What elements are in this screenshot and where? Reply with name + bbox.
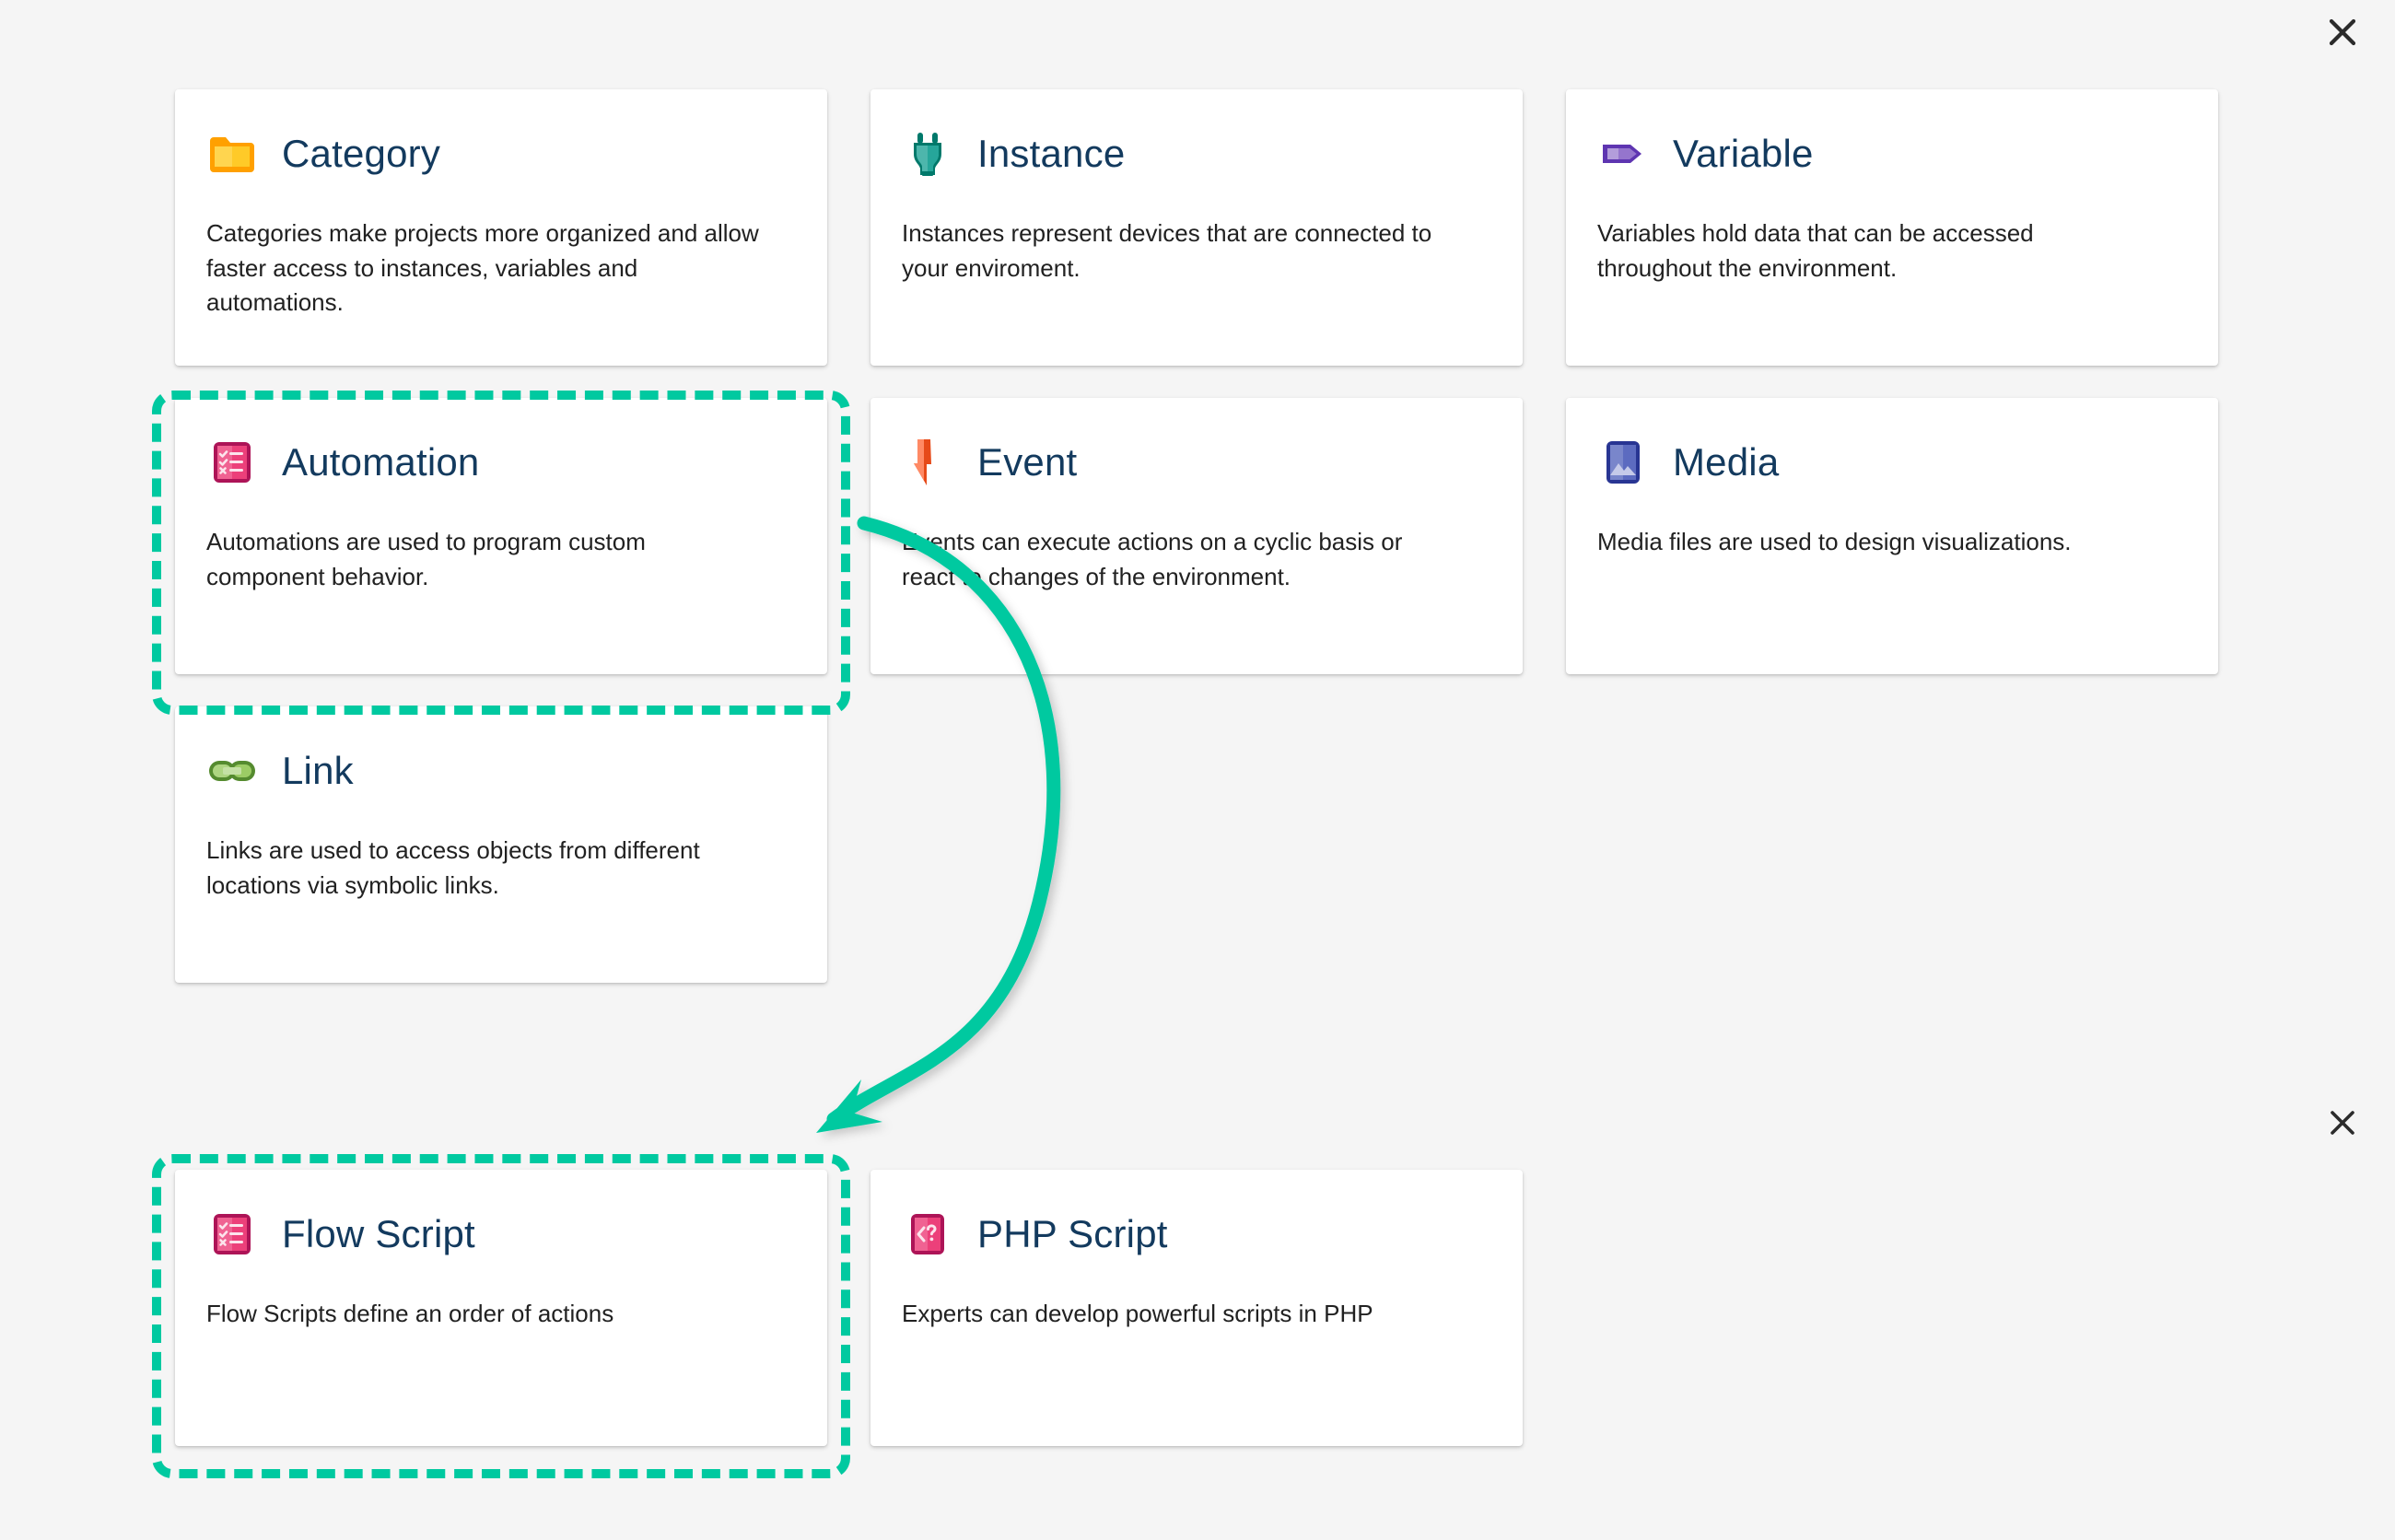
card-description: Variables hold data that can be accessed…: [1597, 219, 2034, 282]
close-icon: [2329, 1109, 2356, 1137]
folder-icon: [206, 128, 258, 180]
card-flow-script[interactable]: Flow Script Flow Scripts define an order…: [175, 1170, 827, 1446]
card-php-script[interactable]: PHP Script Experts can develop powerful …: [870, 1170, 1523, 1446]
card-variable[interactable]: Variable Variables hold data that can be…: [1566, 89, 2218, 366]
card-description: Events can execute actions on a cyclic b…: [902, 528, 1403, 590]
card-title: Variable: [1673, 132, 1814, 175]
card-header: Automation: [206, 426, 796, 499]
close-button-top[interactable]: [2318, 7, 2367, 57]
card-event[interactable]: Event Events can execute actions on a cy…: [870, 398, 1523, 674]
power-plug-icon: [902, 128, 953, 180]
object-type-grid-bottom: Flow Script Flow Scripts define an order…: [175, 1170, 2218, 1446]
card-media[interactable]: Media Media files are used to design vis…: [1566, 398, 2218, 674]
card-title: PHP Script: [977, 1212, 1168, 1255]
card-description: Instances represent devices that are con…: [902, 219, 1432, 282]
checklist-icon: [206, 1208, 258, 1260]
close-button-bottom[interactable]: [2318, 1098, 2367, 1148]
card-description: Media files are used to design visualiza…: [1597, 528, 2072, 555]
lightning-bolt-icon: [902, 437, 953, 488]
variable-tag-icon: [1597, 128, 1649, 180]
card-automation[interactable]: Automation Automations are used to progr…: [175, 398, 827, 674]
card-title: Instance: [977, 132, 1126, 175]
card-instance[interactable]: Instance Instances represent devices tha…: [870, 89, 1523, 366]
card-title: Media: [1673, 440, 1780, 484]
card-description: Experts can develop powerful scripts in …: [902, 1300, 1373, 1327]
chain-link-icon: [206, 745, 258, 797]
card-description: Flow Scripts define an order of actions: [206, 1300, 614, 1327]
card-header: PHP Script: [902, 1197, 1491, 1271]
card-header: Event: [902, 426, 1491, 499]
card-header: Flow Script: [206, 1197, 796, 1271]
card-description: Links are used to access objects from di…: [206, 836, 700, 899]
card-link[interactable]: Link Links are used to access objects fr…: [175, 706, 827, 983]
card-description: Automations are used to program custom c…: [206, 528, 646, 590]
close-icon: [2327, 17, 2358, 48]
card-header: Category: [206, 117, 796, 191]
card-title: Event: [977, 440, 1078, 484]
card-header: Instance: [902, 117, 1491, 191]
image-icon: [1597, 437, 1649, 488]
card-title: Category: [282, 132, 441, 175]
card-description: Categories make projects more organized …: [206, 219, 759, 317]
php-tag-icon: [902, 1208, 953, 1260]
card-header: Link: [206, 734, 796, 808]
checklist-icon: [206, 437, 258, 488]
card-title: Flow Script: [282, 1212, 475, 1255]
object-type-grid-top: Category Categories make projects more o…: [175, 89, 2218, 983]
card-title: Link: [282, 749, 354, 792]
card-category[interactable]: Category Categories make projects more o…: [175, 89, 827, 366]
card-header: Media: [1597, 426, 2187, 499]
card-header: Variable: [1597, 117, 2187, 191]
card-title: Automation: [282, 440, 480, 484]
